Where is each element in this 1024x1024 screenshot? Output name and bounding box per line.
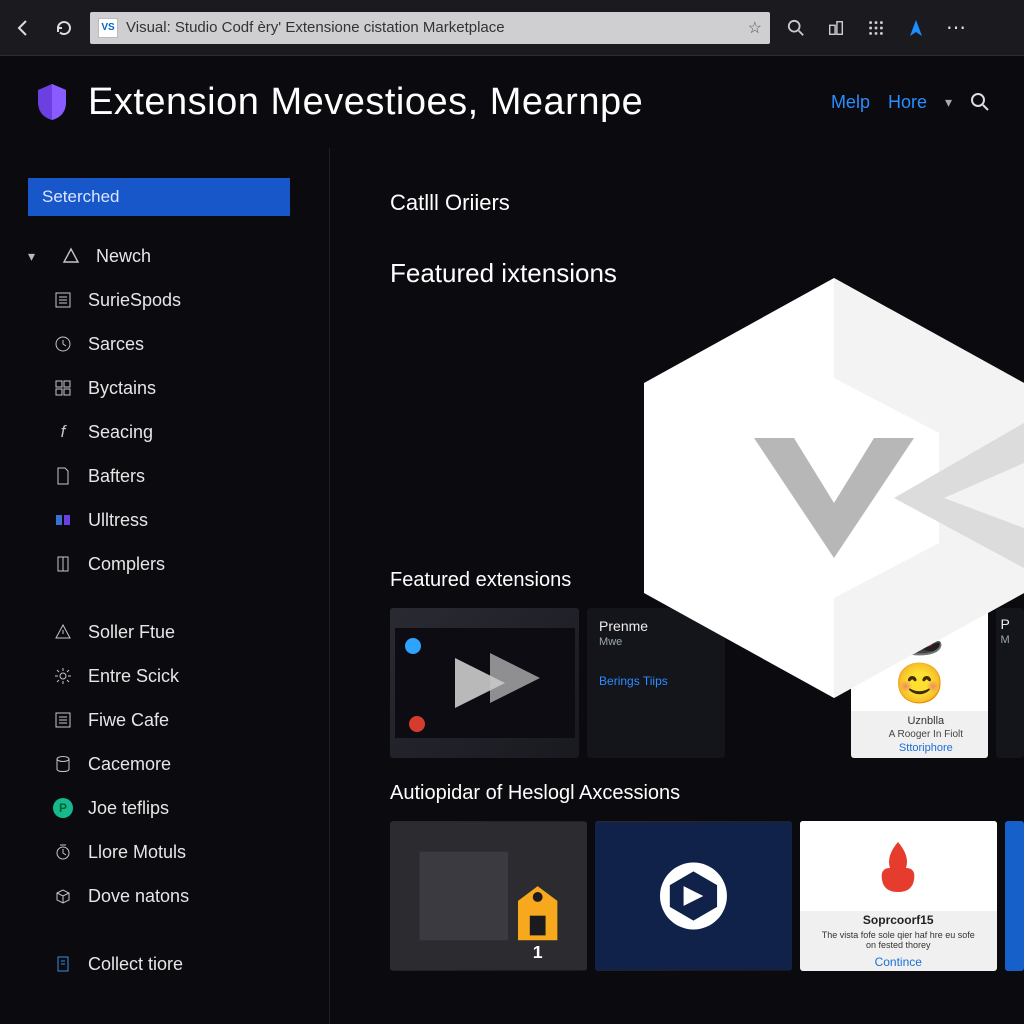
file-icon — [52, 465, 74, 487]
extension-card[interactable] — [595, 821, 792, 971]
sidebar-item-label: Complers — [88, 554, 165, 575]
card-thumbnail — [390, 608, 579, 758]
main-layout: Seterched ▾ Newch SurieSpods Sarces Byct… — [0, 148, 1024, 1024]
content-pane: Catlll Oriiers Featured ixtensions Featu… — [330, 148, 1024, 1024]
heading-autiopidar: Autiopidar of Heslogl Axcessions — [390, 782, 1024, 805]
sidebar-item-byctains[interactable]: Byctains — [28, 366, 329, 410]
door-icon — [52, 553, 74, 575]
hero-hexagon-logo — [594, 268, 1024, 708]
back-button[interactable] — [10, 14, 38, 42]
sidebar-item-label: Fiwe Cafe — [88, 710, 169, 731]
sidebar-item-collecttiore[interactable]: Collect tiore — [28, 942, 329, 986]
chevron-down-icon: ▾ — [28, 248, 46, 265]
card-description: The vista fofe sole qier haf hre eu sofe… — [808, 927, 989, 955]
p-badge-icon: P — [52, 797, 74, 819]
sidebar-item-suriespods[interactable]: SurieSpods — [28, 278, 329, 322]
sidebar-item-label: Ulltress — [88, 510, 148, 531]
card-link[interactable]: Sttoriphore — [857, 742, 989, 754]
extensions-icon[interactable] — [822, 14, 850, 42]
sidebar-item-label: Bafters — [88, 466, 145, 487]
sidebar-item-dovenatons[interactable]: Dove natons — [28, 874, 329, 918]
warning-icon — [52, 621, 74, 643]
sidebar-item-sarces[interactable]: Sarces — [28, 322, 329, 366]
extension-card[interactable] — [390, 608, 579, 758]
sidebar-item-sollerftue[interactable]: Soller Ftue — [28, 610, 329, 654]
sidebar-item-label: Soller Ftue — [88, 622, 175, 643]
sidebar-item-fiwecafe[interactable]: Fiwe Cafe — [28, 698, 329, 742]
list-icon — [52, 709, 74, 731]
header-search-icon[interactable] — [970, 92, 990, 112]
chevron-down-icon[interactable]: ▾ — [945, 94, 952, 111]
grid-icon — [52, 377, 74, 399]
box-icon — [52, 885, 74, 907]
sidebar-item-label: Dove natons — [88, 886, 189, 907]
sidebar-item-lloremotuls[interactable]: Llore Motuls — [28, 830, 329, 874]
site-favicon: VS — [98, 18, 118, 38]
timer-icon — [52, 841, 74, 863]
page-title: Extension Mevestioes, Mearnpe — [88, 81, 813, 124]
card-thumbnail: 1 — [390, 821, 587, 971]
triangle-icon — [60, 245, 82, 267]
profile-icon[interactable] — [902, 14, 930, 42]
heading-catl: Catlll Oriiers — [390, 190, 1024, 216]
sidebar-group-newch[interactable]: ▾ Newch — [28, 234, 329, 278]
header-link-hore[interactable]: Hore — [888, 92, 927, 113]
search-filter-box[interactable]: Seterched — [28, 178, 290, 216]
sidebar-group-label: Newch — [96, 246, 151, 267]
overflow-menu-icon[interactable]: ⋯ — [942, 14, 970, 42]
sidebar-item-joeteflips[interactable]: P Joe teflips — [28, 786, 329, 830]
card-label: Uznblla — [857, 715, 989, 727]
sidebar-item-cacemore[interactable]: Cacemore — [28, 742, 329, 786]
url-text: Visual: Studio Codf èry' Extensione cist… — [126, 19, 740, 36]
shield-logo-icon — [34, 82, 70, 122]
browser-toolbar: VS Visual: Studio Codf èry' Extensione c… — [0, 0, 1024, 56]
refresh-button[interactable] — [50, 14, 78, 42]
extension-card[interactable]: 1 — [390, 821, 587, 971]
sidebar: Seterched ▾ Newch SurieSpods Sarces Byct… — [0, 148, 330, 1024]
sidebar-item-label: Entre Scick — [88, 666, 179, 687]
sidebar-item-label: Llore Motuls — [88, 842, 186, 863]
extension-card-soprcoorf[interactable]: Soprcoorf15 The vista fofe sole qier haf… — [800, 821, 997, 971]
card-flame-icon — [800, 821, 997, 911]
sidebar-item-seacing[interactable]: f Seacing — [28, 410, 329, 454]
svg-text:1: 1 — [533, 942, 543, 962]
card-sublabel: A Rooger In Fiolt — [857, 729, 989, 740]
extension-card-partial[interactable] — [1005, 821, 1024, 971]
sidebar-item-bafters[interactable]: Bafters — [28, 454, 329, 498]
document-icon — [52, 953, 74, 975]
card-link[interactable]: Contince — [808, 955, 989, 969]
sidebar-item-label: Sarces — [88, 334, 144, 355]
sidebar-item-complers[interactable]: Complers — [28, 542, 329, 586]
sidebar-item-ulltress[interactable]: Ulltress — [28, 498, 329, 542]
function-icon: f — [52, 421, 74, 443]
database-icon — [52, 753, 74, 775]
card-title: Soprcoorf15 — [808, 913, 989, 927]
notebook-icon — [52, 289, 74, 311]
sidebar-item-label: Seacing — [88, 422, 153, 443]
search-icon[interactable] — [782, 14, 810, 42]
address-bar[interactable]: VS Visual: Studio Codf èry' Extensione c… — [90, 12, 770, 44]
sidebar-item-entrescick[interactable]: Entre Scick — [28, 654, 329, 698]
app-header: Extension Mevestioes, Mearnpe Melp Hore … — [0, 56, 1024, 148]
auto-row: 1 Soprcoorf1 — [390, 821, 1024, 971]
apps-grid-icon[interactable] — [862, 14, 890, 42]
gear-icon — [52, 665, 74, 687]
squares-icon — [52, 509, 74, 531]
sidebar-item-label: Byctains — [88, 378, 156, 399]
sidebar-item-label: SurieSpods — [88, 290, 181, 311]
card-thumbnail — [595, 821, 792, 971]
sidebar-item-label: Collect tiore — [88, 954, 183, 975]
bookmark-star-icon[interactable]: ☆ — [748, 18, 762, 38]
sidebar-item-label: Cacemore — [88, 754, 171, 775]
header-link-melp[interactable]: Melp — [831, 92, 870, 113]
sidebar-item-label: Joe teflips — [88, 798, 169, 819]
clock-icon — [52, 333, 74, 355]
